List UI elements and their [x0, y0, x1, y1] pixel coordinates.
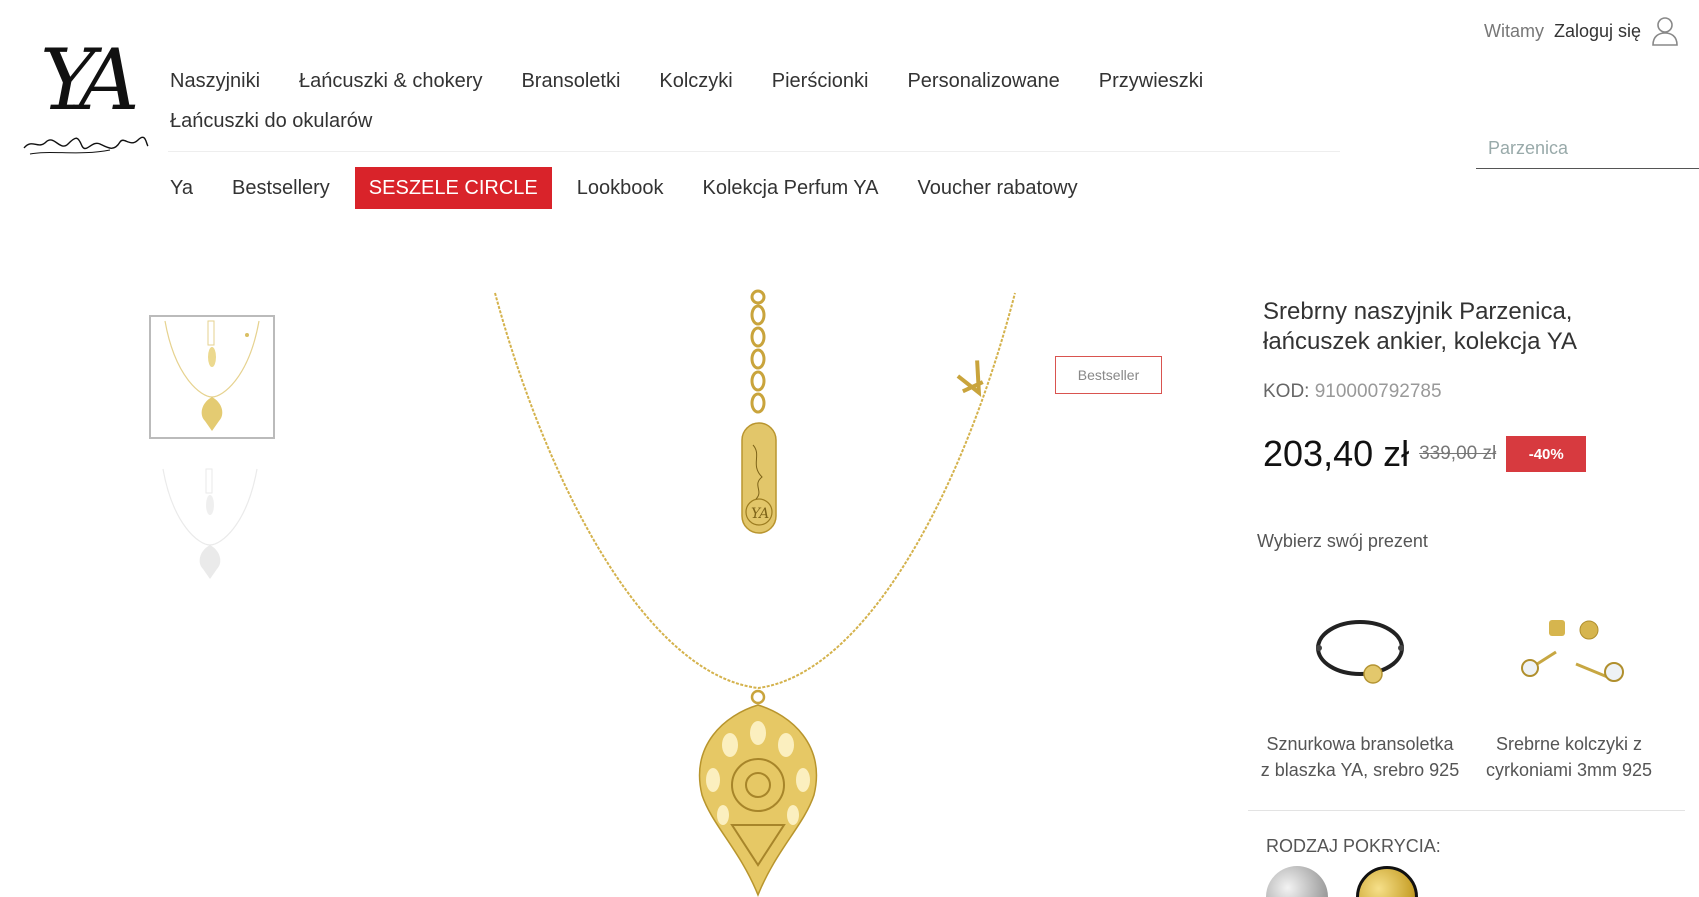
nav-item-personalizowane[interactable]: Personalizowane [907, 68, 1059, 94]
search-box [1476, 130, 1699, 169]
earrings-image [1521, 620, 1624, 682]
product-thumbnail-2[interactable] [149, 465, 275, 589]
logo-text: YA [40, 31, 140, 129]
necklace-image: YA [494, 289, 1016, 897]
nav-item-lancuszki-do-okularow[interactable]: Łańcuszki do okularów [170, 108, 372, 134]
price-row: 203,40 zł 339,00 zł -40% [1263, 433, 1587, 475]
bestseller-badge: Bestseller [1055, 356, 1162, 394]
gift-name: Sznurkowa bransoletka z blaszka YA, sreb… [1260, 734, 1460, 780]
gift-divider [1248, 810, 1685, 811]
coating-option-gold[interactable] [1356, 866, 1418, 897]
coating-label: RODZAJ POKRYCIA: [1266, 836, 1441, 856]
search-input[interactable] [1476, 130, 1699, 166]
necklace-thumbnail-image [164, 320, 260, 431]
nav-item-kolczyki[interactable]: Kolczyki [659, 68, 732, 94]
nav-item-przywieszki[interactable]: Przywieszki [1099, 68, 1203, 94]
brand-logo[interactable]: YA [20, 38, 150, 168]
nav-item-naszyjniki[interactable]: Naszyjniki [170, 68, 260, 94]
coating-option-silver[interactable] [1266, 866, 1328, 897]
subnav-item-lookbook[interactable]: Lookbook [563, 167, 678, 209]
product-main-image[interactable]: YA [440, 285, 1080, 897]
product-thumbnail-1[interactable] [149, 315, 275, 439]
login-link[interactable]: Zaloguj się [1554, 21, 1641, 42]
signature-icon [23, 136, 149, 155]
product-code-value: 910000792785 [1314, 381, 1442, 402]
subnav-item-kolekcja-perfum[interactable]: Kolekcja Perfum YA [689, 167, 893, 209]
current-price: 203,40 zł [1263, 433, 1410, 474]
gift-option-earrings[interactable]: Srebrne kolczyki z cyrkoniami 3mm 925 [1469, 586, 1669, 783]
nav-divider [168, 151, 1340, 152]
gift-option-bracelet[interactable]: Sznurkowa bransoletka z blaszka YA, sreb… [1260, 586, 1460, 783]
main-navigation: Naszyjniki Łańcuszki & chokery Bransolet… [170, 68, 1250, 134]
product-code-label: KOD: [1263, 381, 1310, 402]
account-area: Witamy Zaloguj się [1484, 16, 1679, 46]
necklace-silver-thumbnail-image [162, 468, 258, 579]
subnav-item-bestsellery[interactable]: Bestsellery [218, 167, 344, 209]
discount-badge: -40% [1506, 436, 1587, 472]
user-icon[interactable] [1651, 16, 1679, 46]
svg-text:YA: YA [751, 506, 769, 522]
gift-heading: Wybierz swój prezent [1257, 531, 1428, 551]
gift-name: Srebrne kolczyki z cyrkoniami 3mm 925 [1485, 734, 1653, 780]
subnav-item-ya[interactable]: Ya [156, 167, 207, 209]
greeting-text: Witamy [1483, 20, 1544, 41]
subnav-item-voucher[interactable]: Voucher rabatowy [904, 167, 1092, 209]
product-code: KOD: 910000792785 [1263, 381, 1442, 403]
nav-item-lancuszki-chokery[interactable]: Łańcuszki & chokery [299, 68, 482, 94]
old-price: 339,00 zł [1419, 443, 1497, 464]
nav-item-pierscionki[interactable]: Pierścionki [772, 68, 869, 94]
subnav-item-seszele-circle[interactable]: SESZELE CIRCLE [354, 167, 552, 209]
nav-item-bransoletki[interactable]: Bransoletki [521, 68, 620, 94]
bracelet-image [1316, 620, 1404, 684]
product-title: Srebrny naszyjnik Parzenica, łańcuszek a… [1263, 298, 1577, 355]
sub-navigation: Ya Bestsellery SESZELE CIRCLE Lookbook K… [156, 167, 1103, 209]
